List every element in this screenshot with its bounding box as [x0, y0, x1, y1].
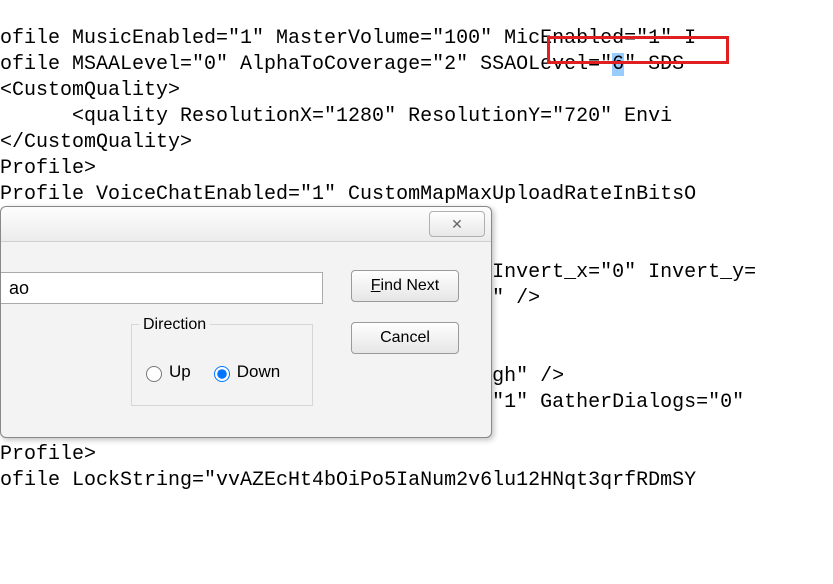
code-line: <quality ResolutionX="1280" ResolutionY=…: [0, 105, 672, 128]
code-line: <CustomQuality>: [0, 79, 180, 102]
radio-up-input[interactable]: [146, 366, 162, 382]
close-button[interactable]: ✕: [429, 211, 485, 237]
code-line: Profile VoiceChatEnabled="1" CustomMapMa…: [0, 183, 696, 206]
code-line: ofile MSAALevel="0" AlphaToCoverage="2" …: [0, 53, 684, 76]
code-line: </CustomQuality>: [0, 131, 192, 154]
direction-label: Direction: [139, 316, 210, 334]
radio-up[interactable]: Up: [141, 362, 191, 382]
code-line: Profile>: [0, 157, 96, 180]
code-line: ofile MusicEnabled="1" MasterVolume="100…: [0, 27, 696, 50]
selected-text: 6: [612, 53, 624, 76]
radio-down[interactable]: Down: [209, 362, 280, 382]
direction-radios: Up Down: [141, 362, 280, 382]
dialog-body: Find Next Cancel Direction Up Down: [1, 242, 491, 438]
dialog-titlebar[interactable]: ✕: [1, 207, 491, 242]
radio-down-input[interactable]: [214, 366, 230, 382]
find-dialog: ✕ Find Next Cancel Direction Up Down: [0, 206, 492, 438]
code-line: Profile>: [0, 443, 96, 466]
code-line: ofile LockString="vvAZEcHt4bOiPo5IaNum2v…: [0, 469, 696, 492]
cancel-button[interactable]: Cancel: [351, 322, 459, 354]
find-next-button[interactable]: Find Next: [351, 270, 459, 302]
find-what-input[interactable]: [1, 272, 323, 304]
close-icon: ✕: [451, 216, 463, 233]
